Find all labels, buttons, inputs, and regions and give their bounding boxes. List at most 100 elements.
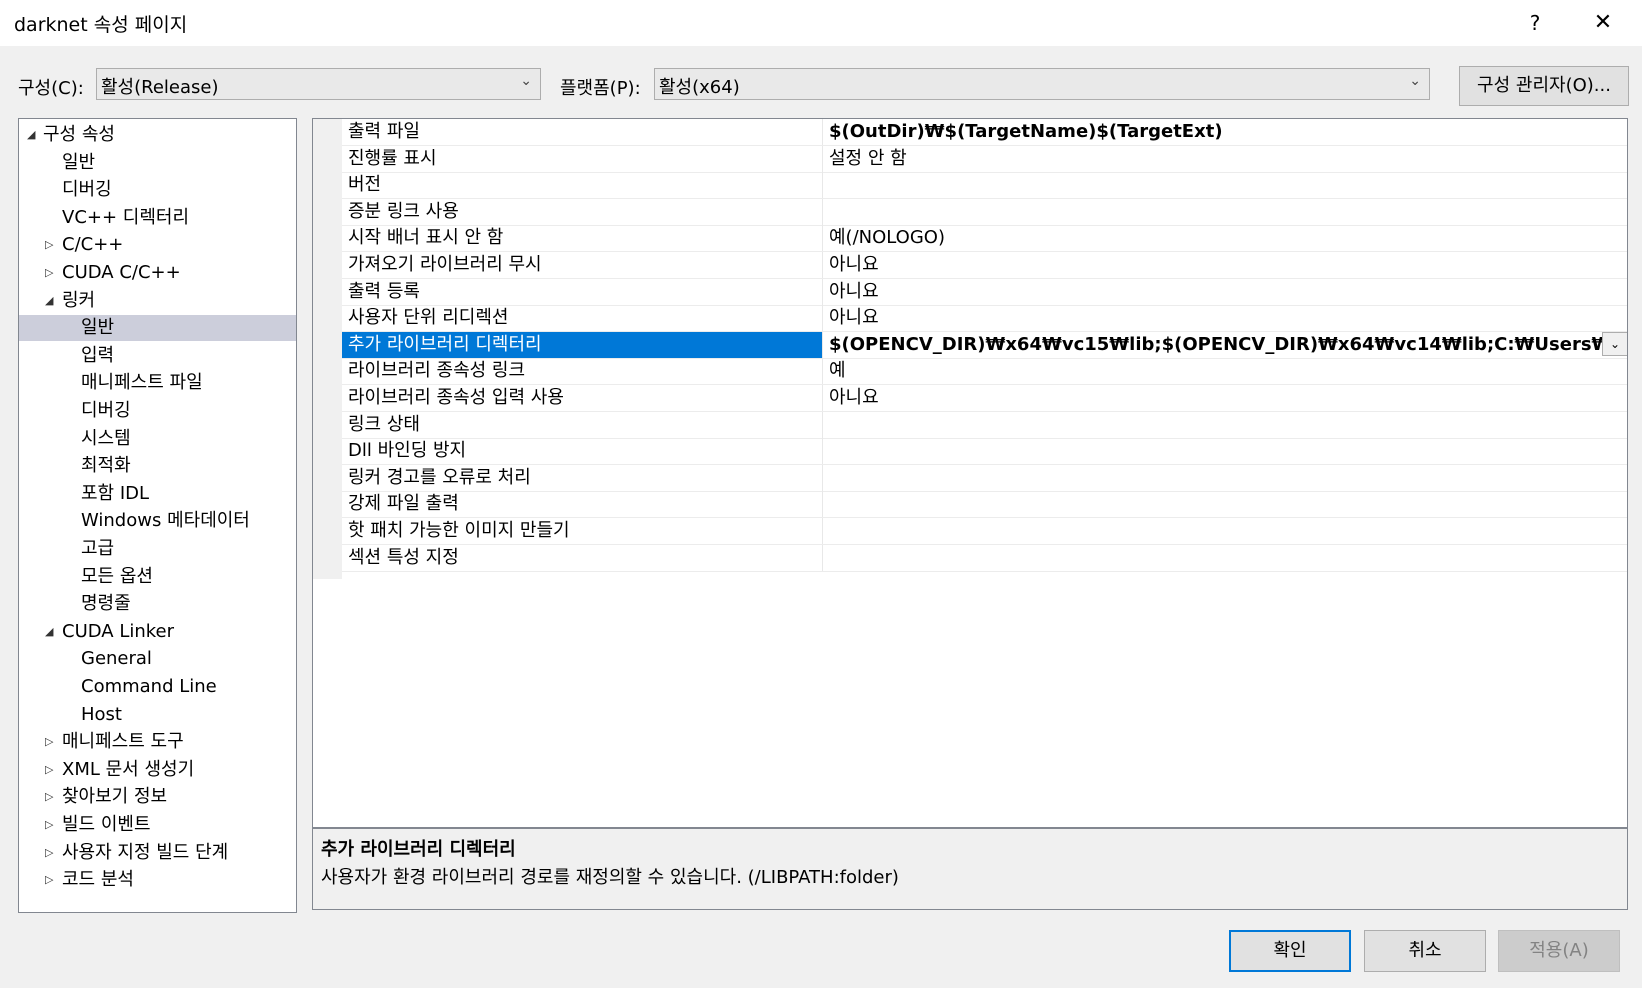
property-name: 링커 경고를 오류로 처리: [348, 466, 531, 488]
tree-item[interactable]: 매니페스트 파일: [19, 370, 296, 396]
tree-item[interactable]: 일반: [19, 315, 296, 342]
property-row[interactable]: 라이브러리 종속성 입력 사용 아니요: [342, 385, 1627, 412]
property-value[interactable]: 아니요: [822, 278, 1627, 305]
tree-item[interactable]: 최적화: [19, 453, 296, 479]
expand-arrow-icon[interactable]: ▷: [45, 260, 59, 286]
platform-label: 플랫폼(P):: [560, 78, 641, 99]
tree-item[interactable]: ▷ 사용자 지정 빌드 단계: [19, 840, 296, 866]
tree-item[interactable]: General: [19, 646, 296, 672]
property-row[interactable]: 핫 패치 가능한 이미지 만들기: [342, 518, 1627, 545]
platform-value: 활성(x64): [659, 77, 740, 98]
property-name: 강제 파일 출력: [348, 493, 459, 515]
close-icon[interactable]: ✕: [1588, 8, 1618, 38]
expand-arrow-icon[interactable]: ▷: [45, 757, 59, 783]
chevron-down-icon[interactable]: ⌄: [1602, 331, 1627, 356]
help-button[interactable]: ?: [1520, 8, 1550, 38]
tree-item[interactable]: 포함 IDL: [19, 481, 296, 507]
tree-item[interactable]: Windows 메타데이터: [19, 508, 296, 534]
tree-item[interactable]: ▷ C/C++: [19, 232, 296, 258]
tree-item-label: CUDA Linker: [62, 620, 175, 642]
grid-gutter: [313, 119, 342, 579]
tree-item[interactable]: ▷ 매니페스트 도구: [19, 729, 296, 755]
cancel-button[interactable]: 취소: [1364, 930, 1486, 972]
property-row[interactable]: 시작 배너 표시 안 함 예(/NOLOGO): [342, 225, 1627, 253]
property-row[interactable]: 출력 등록 아니요: [342, 278, 1627, 306]
property-value[interactable]: 예(/NOLOGO): [822, 225, 1627, 252]
tree-item-label: Host: [81, 703, 122, 725]
property-value[interactable]: 설정 안 함: [822, 145, 1627, 172]
tree-item[interactable]: 디버깅: [19, 398, 296, 424]
property-row[interactable]: 가져오기 라이브러리 무시 아니요: [342, 252, 1627, 279]
property-value[interactable]: 아니요: [822, 305, 1627, 332]
property-row[interactable]: 링크 상태: [342, 411, 1627, 439]
property-value[interactable]: 아니요: [822, 252, 1627, 278]
property-value[interactable]: [822, 411, 1627, 438]
property-row[interactable]: 사용자 단위 리디렉션 아니요: [342, 305, 1627, 333]
tree-item[interactable]: ▷ 빌드 이벤트: [19, 812, 296, 838]
tree-item[interactable]: ▷ CUDA C/C++: [19, 260, 296, 286]
tree-item-label: 모든 옵션: [81, 565, 153, 587]
title-bar: darknet 속성 페이지 ? ✕: [0, 0, 1642, 46]
tree-item[interactable]: Host: [19, 702, 296, 728]
tree-item[interactable]: 고급: [19, 536, 296, 562]
property-value[interactable]: 아니요: [822, 385, 1627, 411]
property-value[interactable]: [822, 198, 1627, 225]
platform-dropdown[interactable]: 활성(x64) ⌄: [654, 68, 1430, 100]
tree-item-label: 고급: [81, 538, 115, 559]
property-row[interactable]: 출력 파일 $(OutDir)₩$(TargetName)$(TargetExt): [342, 119, 1627, 146]
expand-arrow-icon[interactable]: ▷: [45, 867, 59, 893]
tree-item[interactable]: ▷ 코드 분석: [19, 867, 296, 893]
property-row[interactable]: 링커 경고를 오류로 처리: [342, 464, 1627, 492]
expand-arrow-icon[interactable]: ▷: [45, 840, 59, 866]
tree-item[interactable]: VC++ 디렉터리: [19, 205, 296, 231]
property-name: 출력 등록: [348, 280, 420, 302]
expand-arrow-icon[interactable]: ▷: [45, 232, 59, 258]
apply-button[interactable]: 적용(A): [1498, 930, 1620, 972]
collapse-arrow-icon[interactable]: ◢: [45, 619, 59, 645]
property-value[interactable]: [822, 438, 1627, 465]
expand-arrow-icon[interactable]: ▷: [45, 812, 59, 838]
tree-item[interactable]: 시스템: [19, 426, 296, 452]
collapse-arrow-icon[interactable]: ◢: [45, 288, 59, 314]
tree-item[interactable]: 명령줄: [19, 591, 296, 617]
property-row[interactable]: 라이브러리 종속성 링크 예: [342, 358, 1627, 386]
property-row[interactable]: 추가 라이브러리 디렉터리 $(OPENCV_DIR)₩x64₩vc15₩lib;…: [342, 331, 1627, 359]
property-value[interactable]: $(OutDir)₩$(TargetName)$(TargetExt): [822, 119, 1627, 145]
config-dropdown[interactable]: 활성(Release) ⌄: [96, 68, 541, 100]
property-row[interactable]: 버전: [342, 172, 1627, 200]
property-value[interactable]: [822, 518, 1627, 544]
config-manager-button[interactable]: 구성 관리자(O)...: [1459, 66, 1629, 106]
tree-item[interactable]: ▷ 찾아보기 정보: [19, 784, 296, 810]
property-row[interactable]: 강제 파일 출력: [342, 491, 1627, 519]
property-value[interactable]: [822, 544, 1627, 571]
category-tree[interactable]: ◢ 구성 속성 일반 디버깅 VC++ 디렉터리 ▷ C/C++ ▷ CUDA C/C++ ◢ 링커…: [18, 118, 297, 913]
property-row[interactable]: 증분 링크 사용: [342, 198, 1627, 226]
ok-button[interactable]: 확인: [1229, 930, 1351, 972]
tree-item[interactable]: ◢ 구성 속성: [19, 122, 296, 148]
property-value[interactable]: [822, 464, 1627, 491]
tree-item-label: 구성 속성: [43, 124, 115, 145]
property-row[interactable]: Dll 바인딩 방지: [342, 438, 1627, 466]
property-name: 버전: [348, 174, 382, 196]
property-grid[interactable]: 출력 파일 $(OutDir)₩$(TargetName)$(TargetExt)…: [312, 118, 1628, 828]
property-value[interactable]: $(OPENCV_DIR)₩x64₩vc15₩lib;$(OPENCV_DIR)…: [822, 331, 1627, 358]
tree-item[interactable]: 입력: [19, 343, 296, 369]
tree-item[interactable]: 디버깅: [19, 177, 296, 203]
tree-item[interactable]: ◢ CUDA Linker: [19, 619, 296, 645]
collapse-arrow-icon[interactable]: ◢: [27, 122, 41, 148]
tree-item[interactable]: ▷ XML 문서 생성기: [19, 757, 296, 783]
tree-item[interactable]: ◢ 링커: [19, 288, 296, 314]
property-value[interactable]: [822, 172, 1627, 199]
expand-arrow-icon[interactable]: ▷: [45, 784, 59, 810]
tree-item[interactable]: 일반: [19, 150, 296, 176]
property-value[interactable]: [822, 491, 1627, 518]
tree-item-label: General: [81, 648, 152, 670]
property-row[interactable]: 섹션 특성 지정: [342, 544, 1627, 572]
tree-item-label: 일반: [81, 317, 115, 339]
tree-item-label: 매니페스트 도구: [62, 731, 184, 753]
tree-item[interactable]: 모든 옵션: [19, 564, 296, 590]
property-row[interactable]: 진행률 표시 설정 안 함: [342, 145, 1627, 173]
property-value[interactable]: 예: [822, 358, 1627, 385]
tree-item[interactable]: Command Line: [19, 674, 296, 700]
expand-arrow-icon[interactable]: ▷: [45, 729, 59, 755]
